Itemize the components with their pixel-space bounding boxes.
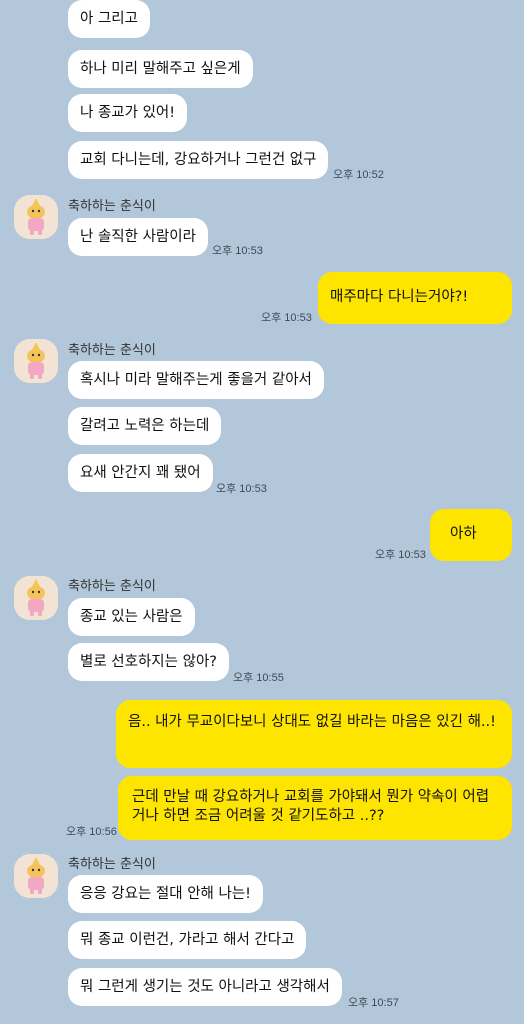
message-timestamp: 오후 10:53: [212, 245, 263, 257]
choonsik-avatar-icon: [14, 195, 58, 239]
incoming-message-bubble[interactable]: 아 그리고: [68, 0, 150, 38]
outgoing-message-bubble[interactable]: 근데 만날 때 강요하거나 교회를 가야돼서 뭔가 약속이 어렵거나 하면 조금…: [118, 776, 512, 840]
sender-name: 축하하는 춘식이: [68, 857, 156, 872]
sender-avatar[interactable]: [14, 339, 58, 383]
message-timestamp: 오후 10:53: [216, 483, 267, 495]
sender-avatar[interactable]: [14, 854, 58, 898]
outgoing-message-bubble[interactable]: 매주마다 다니는거야?!: [318, 272, 512, 324]
incoming-message-bubble[interactable]: 하나 미리 말해주고 싶은게: [68, 50, 253, 88]
choonsik-avatar-icon: [14, 854, 58, 898]
sender-name: 축하하는 춘식이: [68, 199, 156, 214]
incoming-message-bubble[interactable]: 나 종교가 있어!: [68, 94, 188, 132]
incoming-message-bubble[interactable]: 뭐 종교 이런건, 가라고 해서 간다고: [68, 921, 307, 959]
outgoing-message-bubble[interactable]: 음.. 내가 무교이다보니 상대도 없길 바라는 마음은 있긴 해..!: [116, 700, 512, 768]
sender-avatar[interactable]: [14, 195, 58, 239]
sender-name: 축하하는 춘식이: [68, 579, 156, 594]
message-timestamp: 오후 10:53: [261, 312, 312, 324]
message-timestamp: 오후 10:57: [348, 997, 399, 1009]
incoming-message-bubble[interactable]: 갈려고 노력은 하는데: [68, 407, 222, 445]
sender-name: 축하하는 춘식이: [68, 343, 156, 358]
message-timestamp: 오후 10:56: [66, 826, 117, 838]
outgoing-message-bubble[interactable]: 아하: [430, 509, 512, 561]
incoming-message-bubble[interactable]: 뭐 그런게 생기는 것도 아니라고 생각해서: [68, 968, 342, 1006]
incoming-message-bubble[interactable]: 종교 있는 사람은: [68, 598, 195, 636]
incoming-message-bubble[interactable]: 요새 안간지 꽤 됐어: [68, 454, 213, 492]
incoming-message-bubble[interactable]: 혹시나 미라 말해주는게 좋을거 같아서: [68, 361, 324, 399]
choonsik-avatar-icon: [14, 576, 58, 620]
sender-avatar[interactable]: [14, 576, 58, 620]
incoming-message-bubble[interactable]: 응응 강요는 절대 안해 나는!: [68, 875, 263, 913]
choonsik-avatar-icon: [14, 339, 58, 383]
message-timestamp: 오후 10:55: [233, 672, 284, 684]
message-timestamp: 오후 10:52: [333, 169, 384, 181]
incoming-message-bubble[interactable]: 난 솔직한 사람이라: [68, 218, 208, 256]
incoming-message-bubble[interactable]: 교회 다니는데, 강요하거나 그런건 없구: [68, 141, 329, 179]
incoming-message-bubble[interactable]: 별로 선호하지는 않아?: [68, 643, 229, 681]
message-timestamp: 오후 10:53: [375, 549, 426, 561]
